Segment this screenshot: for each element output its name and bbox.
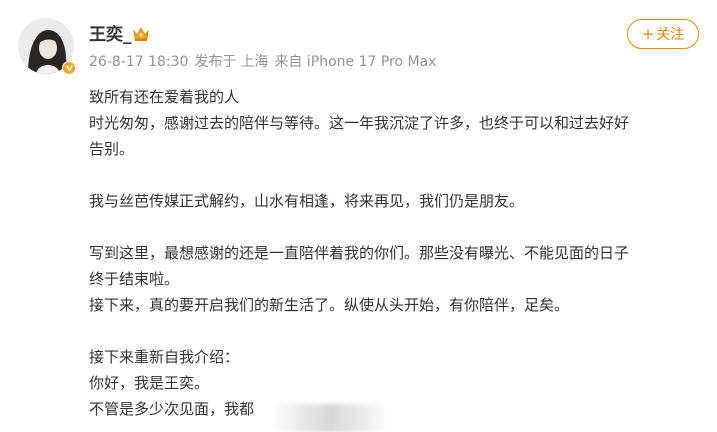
content-line: 时光匆匆，感谢过去的陪伴与等待。这一年我沉淀了许多，也终于可以和过去好好 bbox=[89, 114, 630, 132]
content-line: 写到这里，最想感谢的还是一直陪伴着我的你们。那些没有曝光、不能见面的日子 bbox=[89, 244, 630, 262]
content-line: 接下来，真的要开启我们的新生活了。纵使从头开始，有你陪伴，足矣。 bbox=[89, 296, 570, 314]
content-line: 你好，我是王奕。 bbox=[89, 374, 210, 392]
blurred-text-overlay bbox=[270, 404, 390, 432]
content-line: 终于结束啦。 bbox=[89, 270, 180, 288]
content-line: 接下来重新自我介绍： bbox=[89, 348, 240, 366]
verified-badge-icon bbox=[62, 61, 76, 75]
post-date[interactable]: 26-8-17 18:30 bbox=[89, 54, 188, 70]
plus-icon: + bbox=[641, 25, 655, 43]
content-line: 致所有还在爱着我的人 bbox=[89, 88, 240, 106]
content-line: 告别。 bbox=[89, 140, 135, 158]
author-name[interactable]: 王奕_ bbox=[89, 24, 132, 46]
post-meta: 26-8-17 18:30 发布于 上海 来自 iPhone 17 Pro Max bbox=[89, 52, 442, 72]
post-device: 来自 iPhone 17 Pro Max bbox=[274, 54, 437, 70]
follow-button-label: 关注 bbox=[656, 27, 685, 43]
post-location: 上海 bbox=[240, 54, 269, 70]
content-line: 我与丝芭传媒正式解约，山水有相逢，将来再见，我们仍是朋友。 bbox=[89, 192, 525, 210]
vip-crown-icon[interactable] bbox=[132, 25, 150, 43]
post-source-prefix: 发布于 bbox=[194, 54, 237, 70]
content-line: 不管是多少次见面，我都 bbox=[89, 400, 255, 418]
post-content: 致所有还在爱着我的人 时光匆匆，感谢过去的陪伴与等待。这一年我沉淀了许多，也终于… bbox=[89, 84, 699, 422]
follow-button[interactable]: + 关注 bbox=[627, 19, 699, 49]
